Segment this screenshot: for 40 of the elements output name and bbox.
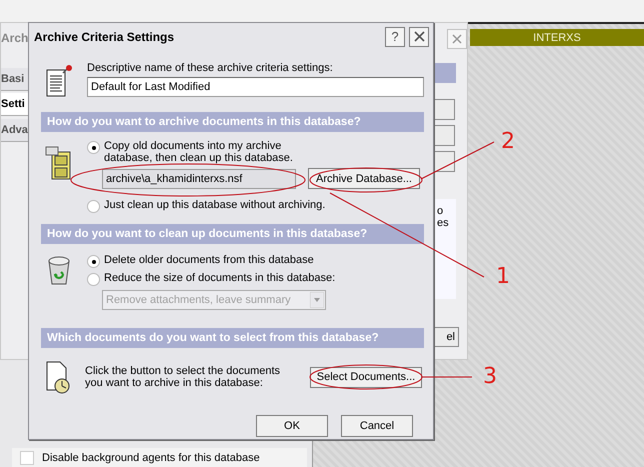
notepad-icon [45, 64, 73, 98]
window-title: Arch [1, 31, 28, 45]
close-icon[interactable] [447, 29, 467, 49]
radio-label: Copy old documents into my archive database, then clean up this database. [104, 140, 294, 164]
dialog-title: Archive Criteria Settings [34, 30, 176, 44]
checkbox[interactable] [20, 450, 34, 464]
annotation-number: 3 [483, 364, 497, 389]
archive-database-button[interactable]: Archive Database... [308, 168, 420, 189]
tab[interactable]: Adva [1, 119, 31, 142]
checkbox-label: Disable background agents for this database [42, 452, 260, 464]
text-fragment: es [437, 217, 450, 229]
dialog-button[interactable]: Cancel [341, 415, 413, 437]
tab[interactable]: Setti [1, 93, 31, 116]
select-documents-button[interactable]: Select Documents... [310, 366, 422, 388]
instruction-text: Click the button to select the documents you want to archive in this database: [85, 365, 282, 389]
close-button[interactable] [409, 26, 429, 46]
banner-title: INTERXS [470, 29, 644, 46]
radio-button[interactable] [87, 255, 100, 268]
close-icon [414, 31, 424, 42]
leader-line [422, 376, 472, 378]
radio-button[interactable] [87, 141, 100, 154]
radio-button[interactable] [87, 200, 100, 213]
section-heading: How do you want to archive documents in this database? [41, 112, 424, 132]
radio-button[interactable] [87, 273, 100, 286]
radio-label: Reduce the size of documents in this database: [104, 272, 336, 284]
filing-cabinet-icon [45, 146, 73, 180]
section-heading: Which documents do you want to select from this database? [41, 328, 424, 348]
text-fragment: o [437, 205, 444, 217]
help-button[interactable]: ? [385, 26, 405, 46]
document-clock-icon [44, 360, 72, 394]
section-heading: How do you want to clean up documents in this database? [41, 224, 424, 244]
field-label: Descriptive name of these archive criteria settings: [87, 62, 334, 74]
annotation-number: 1 [496, 264, 510, 289]
dialog-button[interactable]: OK [256, 415, 328, 437]
tab[interactable]: Basi [1, 68, 31, 91]
archive-path-field[interactable]: archive\a_khamidinterxs.nsf [102, 168, 296, 188]
name-field[interactable]: Default for Last Modified [87, 77, 424, 97]
radio-label: Delete older documents from this database [104, 254, 314, 266]
radio-label: Just clean up this database without archiving. [104, 199, 326, 211]
annotation-number: 2 [501, 129, 515, 154]
